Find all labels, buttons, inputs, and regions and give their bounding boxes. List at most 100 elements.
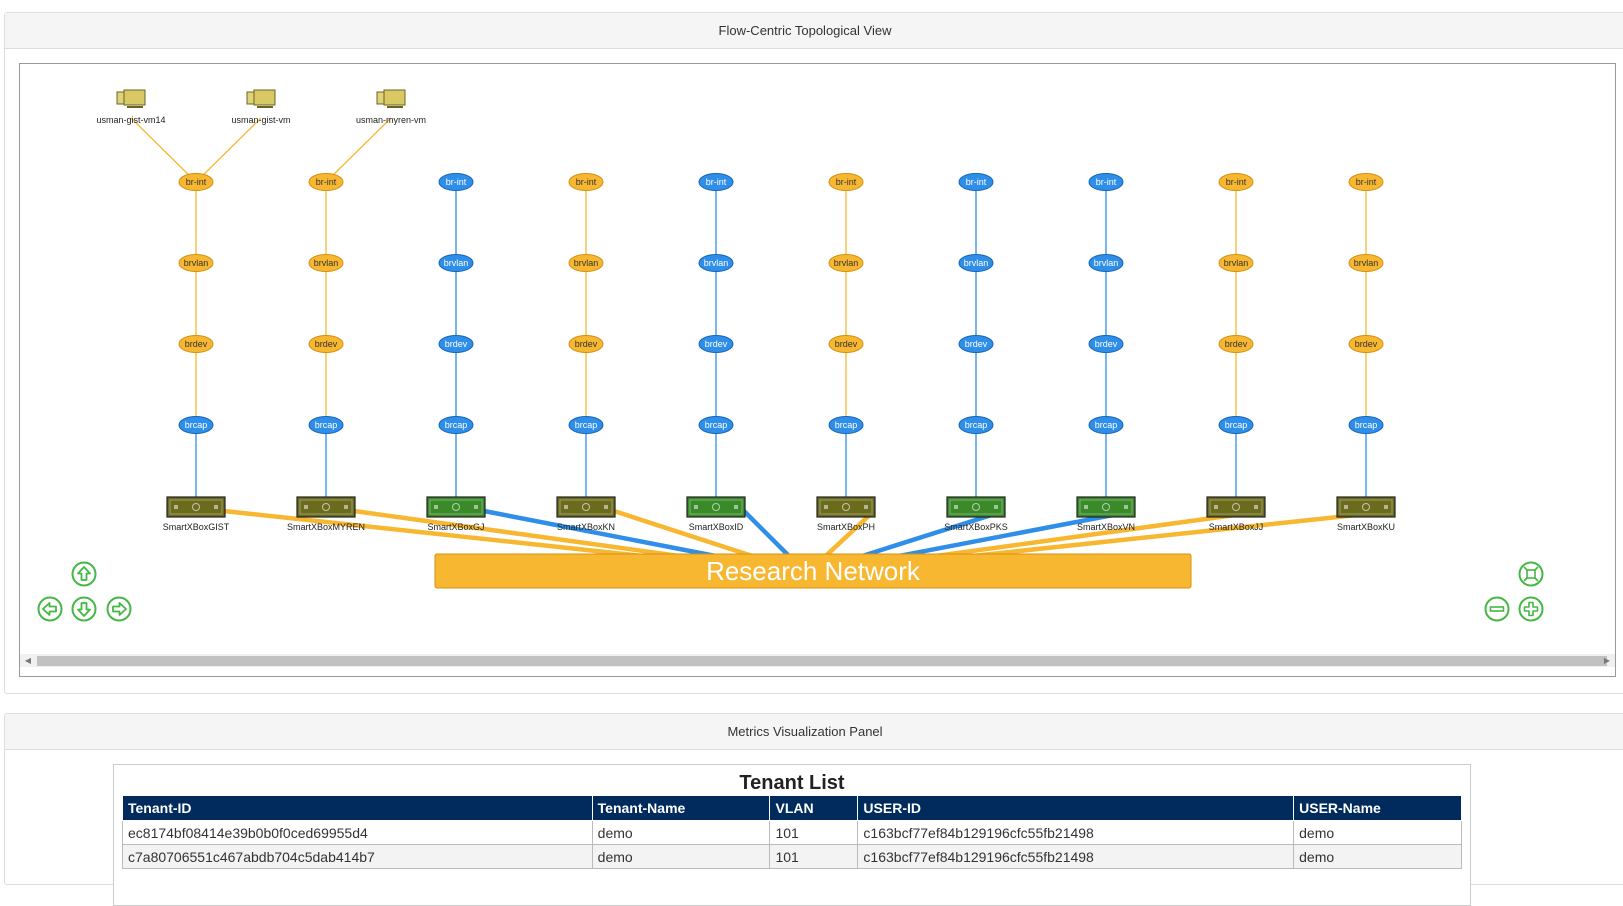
- bridge-node-br-int[interactable]: br-int: [828, 173, 864, 191]
- bridge-label: brdev: [185, 339, 208, 349]
- bridge-node-brdev[interactable]: brdev: [178, 335, 214, 353]
- header-tenant-id[interactable]: Tenant-ID: [122, 795, 593, 821]
- smartx-box-node[interactable]: [686, 496, 746, 518]
- bridge-node-brdev[interactable]: brdev: [1218, 335, 1254, 353]
- horizontal-scrollbar[interactable]: ◀ ▶: [20, 654, 1615, 667]
- bridge-label: brvlan: [314, 258, 339, 268]
- bridge-node-brvlan[interactable]: brvlan: [1218, 254, 1254, 272]
- bridge-node-brcap[interactable]: brcap: [438, 416, 474, 434]
- bridge-node-brcap[interactable]: brcap: [958, 416, 994, 434]
- metrics-panel: Metrics Visualization Panel Tenant List …: [4, 713, 1623, 906]
- zoom-out-button[interactable]: [1484, 596, 1510, 622]
- bridge-node-br-int[interactable]: br-int: [698, 173, 734, 191]
- bridge-label: brvlan: [1354, 258, 1379, 268]
- bridge-node-br-int[interactable]: br-int: [958, 173, 994, 191]
- cell-tenant-name: demo: [591, 844, 771, 869]
- zoom-in-button[interactable]: [1518, 596, 1544, 622]
- scroll-right-arrow-icon[interactable]: ▶: [1601, 655, 1613, 666]
- header-user-name[interactable]: USER-Name: [1293, 795, 1462, 821]
- smartx-box-node[interactable]: [296, 496, 356, 518]
- zoom-extent-button[interactable]: [1518, 561, 1544, 587]
- smartx-box-node[interactable]: [166, 496, 226, 518]
- bridge-node-brvlan[interactable]: brvlan: [1348, 254, 1384, 272]
- bridge-label: brdev: [1355, 339, 1378, 349]
- bridge-node-brvlan[interactable]: brvlan: [308, 254, 344, 272]
- bridge-node-brcap[interactable]: brcap: [308, 416, 344, 434]
- bridge-node-brvlan[interactable]: brvlan: [178, 254, 214, 272]
- smartx-box-node[interactable]: [1336, 496, 1396, 518]
- bridge-node-br-int[interactable]: br-int: [1088, 173, 1124, 191]
- table-header-row: Tenant-ID Tenant-Name VLAN USER-ID USER-…: [122, 795, 1462, 821]
- bridge-node-br-int[interactable]: br-int: [1348, 173, 1384, 191]
- bridge-node-brdev[interactable]: brdev: [308, 335, 344, 353]
- bridge-node-brcap[interactable]: brcap: [1218, 416, 1254, 434]
- bridge-node-brdev[interactable]: brdev: [1348, 335, 1384, 353]
- bridge-node-brvlan[interactable]: brvlan: [568, 254, 604, 272]
- bridge-node-brcap[interactable]: brcap: [568, 416, 604, 434]
- bridge-node-br-int[interactable]: br-int: [1218, 173, 1254, 191]
- header-tenant-name[interactable]: Tenant-Name: [591, 795, 771, 821]
- bridge-node-brdev[interactable]: brdev: [698, 335, 734, 353]
- bridge-node-brcap[interactable]: brcap: [1088, 416, 1124, 434]
- scroll-left-arrow-icon[interactable]: ◀: [22, 655, 34, 666]
- bridge-node-brcap[interactable]: brcap: [178, 416, 214, 434]
- bridge-node-brvlan[interactable]: brvlan: [958, 254, 994, 272]
- cell-user-name: demo: [1293, 820, 1462, 845]
- smartx-box-node[interactable]: [556, 496, 616, 518]
- vm-node[interactable]: [246, 89, 276, 108]
- server-icon: [816, 496, 876, 518]
- smartx-box-label: SmartXBoxPH: [817, 522, 875, 532]
- topology-graph[interactable]: br-int brvlan brdev brcap br-int brvlan brdev b…: [20, 64, 1615, 654]
- bridge-node-br-int[interactable]: br-int: [308, 173, 344, 191]
- pan-up-button[interactable]: [71, 561, 97, 587]
- zoom-in-icon: [1518, 596, 1544, 622]
- bridge-node-brvlan[interactable]: brvlan: [698, 254, 734, 272]
- smartx-box-node[interactable]: [816, 496, 876, 518]
- bridge-node-brdev[interactable]: brdev: [958, 335, 994, 353]
- bridge-node-brcap[interactable]: brcap: [828, 416, 864, 434]
- bridge-node-brcap[interactable]: brcap: [1348, 416, 1384, 434]
- pan-left-button[interactable]: [37, 596, 63, 622]
- vm-node[interactable]: [376, 89, 406, 108]
- smartx-box-node[interactable]: [946, 496, 1006, 518]
- bridge-node-brdev[interactable]: brdev: [438, 335, 474, 353]
- scrollbar-thumb[interactable]: [37, 656, 1607, 666]
- bridge-node-brvlan[interactable]: brvlan: [438, 254, 474, 272]
- pan-right-button[interactable]: [106, 596, 132, 622]
- bridge-node-brvlan[interactable]: brvlan: [1088, 254, 1124, 272]
- table-row[interactable]: c7a80706551c467abdb704c5dab414b7 demo 10…: [122, 844, 1462, 869]
- smartx-box-node[interactable]: [426, 496, 486, 518]
- smartx-box-label: SmartXBoxGIST: [163, 522, 230, 532]
- bridge-node-brdev[interactable]: brdev: [568, 335, 604, 353]
- server-icon: [296, 496, 356, 518]
- bridge-label: brcap: [575, 420, 598, 430]
- topology-canvas[interactable]: br-int brvlan brdev brcap br-int brvlan brdev b…: [19, 63, 1616, 677]
- vm-node[interactable]: [116, 89, 146, 108]
- header-user-id[interactable]: USER-ID: [857, 795, 1295, 821]
- bridge-label: brvlan: [1224, 258, 1249, 268]
- bridge-label: brdev: [705, 339, 728, 349]
- smartx-box-node[interactable]: [1076, 496, 1136, 518]
- bridge-label: br-int: [966, 177, 987, 187]
- table-row[interactable]: ec8174bf08414e39b0b0f0ced69955d4 demo 10…: [122, 820, 1462, 845]
- bridge-node-brvlan[interactable]: brvlan: [828, 254, 864, 272]
- bridge-node-br-int[interactable]: br-int: [568, 173, 604, 191]
- bridge-label: brcap: [1225, 420, 1248, 430]
- bridge-node-brdev[interactable]: brdev: [828, 335, 864, 353]
- bridge-node-br-int[interactable]: br-int: [438, 173, 474, 191]
- bridge-node-brcap[interactable]: brcap: [698, 416, 734, 434]
- research-network-node[interactable]: Research Network: [434, 553, 1192, 589]
- vm-label: usman-gist-vm14: [96, 115, 165, 125]
- header-vlan[interactable]: VLAN: [769, 795, 859, 821]
- pan-down-button[interactable]: [71, 596, 97, 622]
- smartx-box-node[interactable]: [1206, 496, 1266, 518]
- bridge-node-brdev[interactable]: brdev: [1088, 335, 1124, 353]
- bridge-node-br-int[interactable]: br-int: [178, 173, 214, 191]
- bridge-label: brdev: [835, 339, 858, 349]
- bridge-label: brdev: [575, 339, 598, 349]
- bridge-label: brdev: [1225, 339, 1248, 349]
- zoom-extent-icon: [1518, 561, 1544, 587]
- smartx-box-label: SmartXBoxGJ: [427, 522, 484, 532]
- monitor-icon: [116, 89, 146, 108]
- cell-vlan: 101: [769, 820, 859, 845]
